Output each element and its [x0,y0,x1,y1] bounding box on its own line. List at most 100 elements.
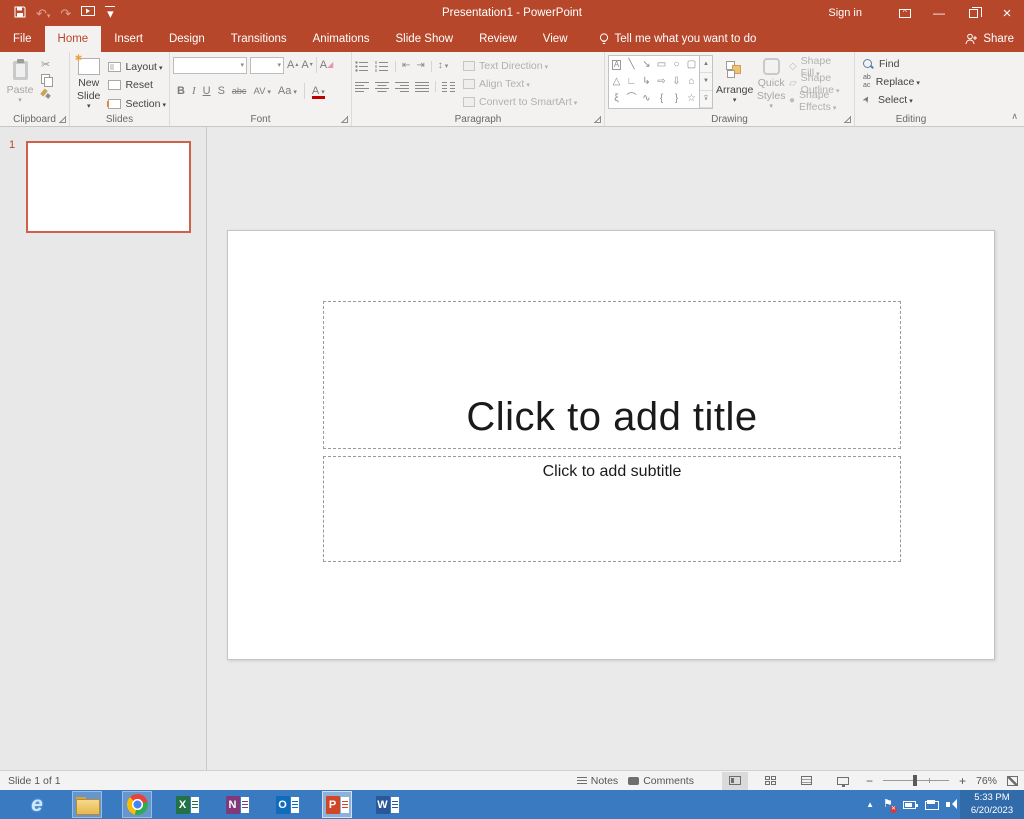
increase-indent-icon[interactable]: ⇥ [416,61,424,71]
columns-icon[interactable] [442,81,455,92]
drawing-dialog-launcher-icon[interactable] [844,116,851,123]
title-placeholder[interactable]: Click to add title [323,301,901,449]
slide-show-button[interactable] [830,772,856,790]
clipboard-dialog-launcher-icon[interactable] [59,116,66,123]
font-dialog-launcher-icon[interactable] [341,116,348,123]
ribbon-display-options-icon[interactable] [888,0,922,26]
subtitle-placeholder[interactable]: Click to add subtitle [323,456,901,562]
gallery-scroll-down-icon[interactable]: ▼ [700,73,712,90]
layout-button[interactable]: Layout [108,59,166,75]
fit-slide-to-window-icon[interactable] [1007,776,1018,786]
line-spacing-icon[interactable]: ↕ [438,61,449,71]
align-center-icon[interactable] [375,81,389,92]
shape-star-icon[interactable]: ☆ [687,94,696,104]
strikethrough-button[interactable]: abc [232,86,247,96]
taskbar-chrome-icon[interactable] [122,791,152,818]
shape-elbow-connector-icon[interactable]: ∟ [627,77,637,87]
clear-formatting-icon[interactable]: A◢ [320,60,334,71]
paragraph-dialog-launcher-icon[interactable] [594,116,601,123]
taskbar-clock[interactable]: 5:33 PM 6/20/2023 [960,790,1024,819]
normal-view-button[interactable] [722,772,748,790]
bullets-icon[interactable] [355,61,369,72]
find-button[interactable]: Find [863,57,964,71]
shape-effects-button[interactable]: ● Shape Effects [789,94,851,107]
restore-icon[interactable] [956,0,990,26]
font-name-combobox[interactable] [173,57,247,74]
shape-text-box-icon[interactable]: A [612,60,621,70]
zoom-level[interactable]: 76% [976,775,997,787]
tab-review[interactable]: Review [466,26,530,52]
shape-left-brace-icon[interactable]: { [660,94,663,104]
font-size-combobox[interactable] [250,57,284,74]
shape-arrow-icon[interactable]: ↘ [642,60,650,70]
taskbar-onenote-icon[interactable]: N [222,791,252,818]
speaker-icon[interactable] [946,799,958,810]
tab-view[interactable]: View [530,26,581,52]
underline-button[interactable]: U [203,85,211,97]
character-spacing-button[interactable]: AV [253,86,270,97]
bold-button[interactable]: B [177,85,185,97]
tab-home[interactable]: Home [45,26,102,52]
shape-elbow-arrow-connector-icon[interactable]: ↳ [642,77,650,87]
tab-design[interactable]: Design [156,26,218,52]
tab-insert[interactable]: Insert [101,26,156,52]
tab-transitions[interactable]: Transitions [218,26,300,52]
cut-icon[interactable]: ✂ [41,59,52,71]
slide-1-thumbnail[interactable] [26,141,191,233]
align-right-icon[interactable] [395,81,409,92]
collapse-ribbon-icon[interactable]: ∧ [1011,111,1018,122]
shrink-font-button[interactable]: A▾ [301,60,312,71]
format-painter-icon[interactable] [41,88,52,99]
network-icon[interactable] [925,800,937,810]
battery-icon[interactable] [903,801,916,809]
shape-snip-corner-icon[interactable]: ⌂ [688,77,694,87]
shape-rounded-rectangle-icon[interactable]: ▢ [687,60,696,70]
taskbar-file-explorer-icon[interactable] [72,791,102,818]
zoom-in-icon[interactable]: + [959,774,966,788]
italic-button[interactable]: I [192,85,196,97]
gallery-more-icon[interactable]: ⊽ [700,91,712,108]
slide-canvas[interactable]: Click to add title Click to add subtitle [227,230,995,660]
taskbar-outlook-icon[interactable]: O [272,791,302,818]
paste-button[interactable]: Paste▾ [3,55,37,112]
decrease-indent-icon[interactable]: ⇤ [402,61,410,71]
zoom-slider[interactable] [883,780,949,781]
taskbar-word-icon[interactable]: W [372,791,402,818]
zoom-out-icon[interactable]: − [866,774,873,788]
taskbar-internet-explorer-icon[interactable]: e [22,791,52,818]
action-center-flag-icon[interactable] [883,799,894,811]
shape-triangle-icon[interactable]: △ [613,77,621,87]
align-text-button[interactable]: Align Text [463,77,577,91]
tab-animations[interactable]: Animations [300,26,383,52]
gallery-scroll-up-icon[interactable]: ▲ [700,56,712,73]
tab-slide-show[interactable]: Slide Show [383,26,467,52]
shape-rectangle-icon[interactable]: ▭ [657,60,666,70]
replace-button[interactable]: abac Replace [863,75,964,89]
align-left-icon[interactable] [355,81,369,92]
reset-button[interactable]: Reset [108,77,166,93]
slide-sorter-view-button[interactable] [758,772,784,790]
taskbar-excel-icon[interactable]: X [172,791,202,818]
slide-thumbnail-panel[interactable]: 1 [0,127,207,770]
tab-file[interactable]: File [0,26,45,52]
section-button[interactable]: Section [108,96,166,112]
select-button[interactable]: Select [863,93,964,107]
justify-icon[interactable] [415,81,429,92]
shape-arc-icon[interactable]: ⌒ [627,94,637,104]
reading-view-button[interactable] [794,772,820,790]
text-shadow-button[interactable]: S [218,85,225,97]
change-case-button[interactable]: Aa [278,85,297,97]
shape-down-arrow-icon[interactable]: ⇩ [672,77,680,87]
quick-styles-button[interactable]: Quick Styles▾ [756,55,786,112]
comments-button[interactable]: Comments [628,775,694,787]
share-button[interactable]: Share [965,26,1014,52]
tray-show-hidden-icons[interactable]: ▲ [866,800,874,809]
convert-to-smartart-button[interactable]: Convert to SmartArt [463,95,577,109]
sign-in-button[interactable]: Sign in [828,7,862,19]
grow-font-button[interactable]: A▴ [287,60,298,71]
minimize-icon[interactable]: — [922,0,956,26]
shape-curve-icon[interactable]: ∿ [642,94,650,104]
copy-icon[interactable] [41,74,51,85]
shape-scribble-icon[interactable]: ξ [614,94,618,104]
taskbar-powerpoint-icon[interactable]: P [322,791,352,818]
